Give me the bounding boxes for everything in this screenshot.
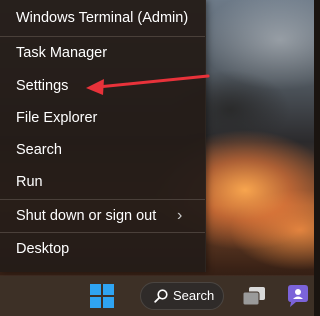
task-view-button[interactable] [241,284,267,308]
taskbar: Search [0,276,314,316]
search-label: Search [173,288,215,303]
start-button[interactable] [89,283,115,309]
red-arrow-annotation [86,74,210,95]
chat-button[interactable] [284,282,310,310]
taskbar-search-button[interactable]: Search [140,282,224,310]
search-icon [154,289,168,303]
windows-logo-icon [90,284,114,308]
task-view-icon [242,287,265,306]
chat-icon [288,285,308,307]
